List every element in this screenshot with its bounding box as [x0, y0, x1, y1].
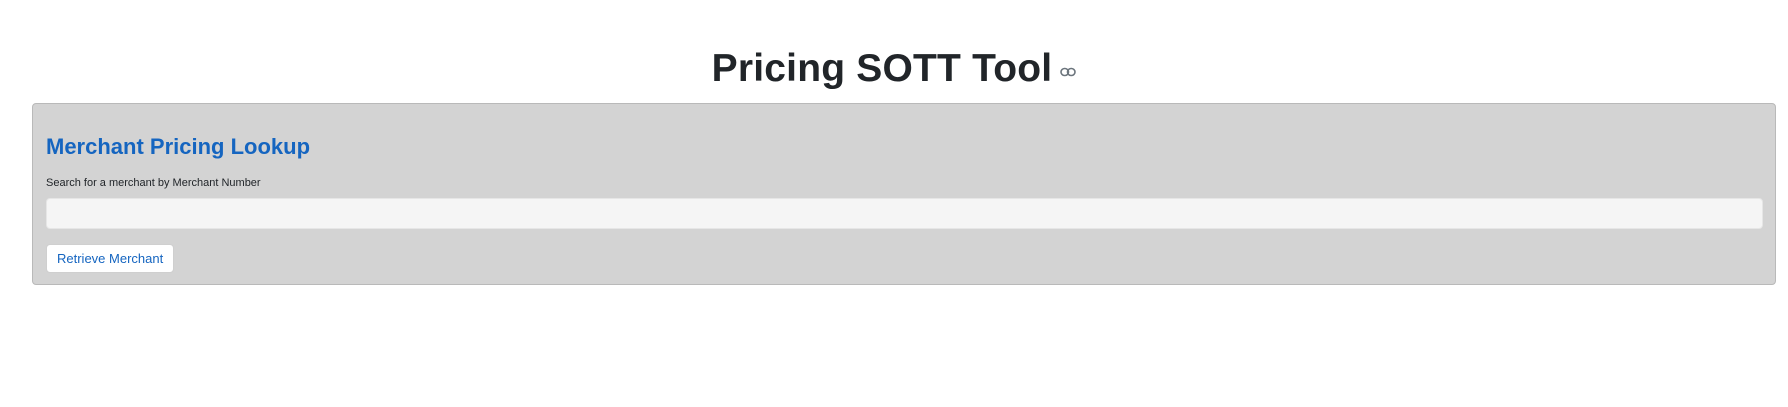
- page-title: Pricing SOTT Tool: [711, 47, 1053, 90]
- merchant-number-input[interactable]: [46, 198, 1763, 229]
- page: Pricing SOTT Tool Merchant Pricing Looku…: [0, 0, 1788, 407]
- title-row: Pricing SOTT Tool: [0, 44, 1788, 94]
- search-label: Search for a merchant by Merchant Number: [46, 177, 261, 189]
- merchant-lookup-panel: Merchant Pricing Lookup Search for a mer…: [32, 103, 1776, 285]
- retrieve-merchant-button[interactable]: Retrieve Merchant: [46, 244, 175, 273]
- panel-heading: Merchant Pricing Lookup: [46, 134, 311, 159]
- link-icon[interactable]: [1060, 67, 1077, 77]
